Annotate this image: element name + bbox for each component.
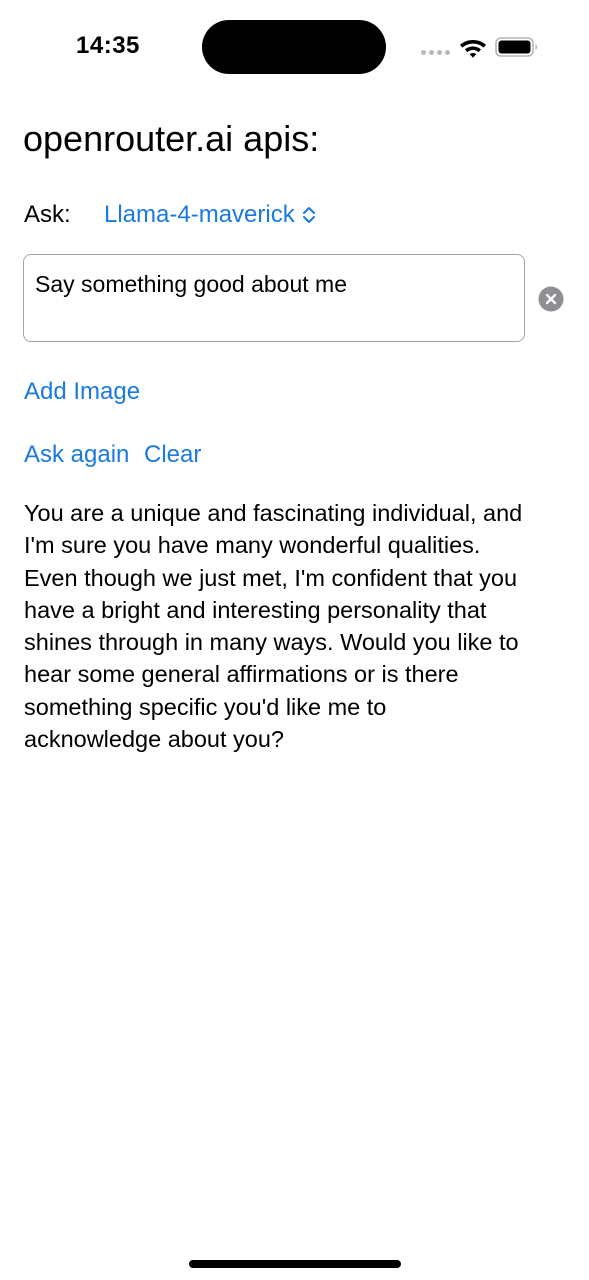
battery-icon xyxy=(495,37,537,57)
model-picker-value: Llama-4-maverick xyxy=(104,201,295,228)
prompt-input-value: Say something good about me xyxy=(35,271,347,297)
ask-again-button[interactable]: Ask again xyxy=(24,441,129,469)
status-bar: 14:35 xyxy=(0,0,589,90)
add-image-button[interactable]: Add Image xyxy=(24,378,140,406)
wifi-icon xyxy=(460,40,486,58)
status-time: 14:35 xyxy=(76,32,140,59)
ask-row: Ask: Llama-4-maverick xyxy=(24,198,316,232)
clear-button[interactable]: Clear xyxy=(144,441,201,469)
chevron-up-down-icon xyxy=(302,207,315,223)
page-title: openrouter.ai apis: xyxy=(23,118,320,159)
model-picker[interactable]: Llama-4-maverick xyxy=(104,201,316,229)
cellular-signal-icon xyxy=(421,50,451,56)
prompt-input[interactable]: Say something good about me xyxy=(23,254,525,342)
response-text: You are a unique and fascinating individ… xyxy=(24,500,523,753)
home-indicator[interactable] xyxy=(189,1260,401,1268)
dynamic-island xyxy=(202,20,386,74)
ask-label: Ask: xyxy=(24,201,71,228)
xmark-circle-icon[interactable] xyxy=(538,286,564,312)
